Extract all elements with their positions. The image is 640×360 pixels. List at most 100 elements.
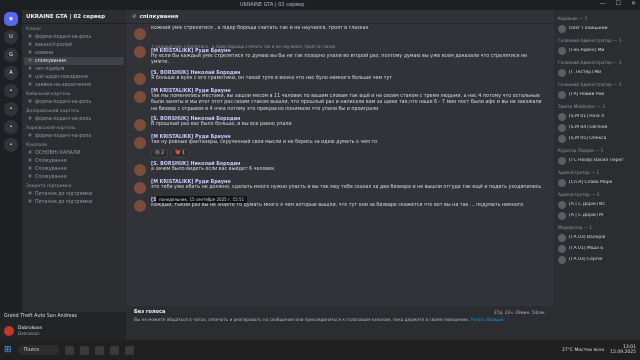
avatar[interactable] (134, 46, 146, 58)
server-icon[interactable]: • (4, 84, 18, 98)
taskbar-search[interactable]: Поиск (17, 345, 60, 355)
member-item[interactable]: [ГС Нооф] Васил Перег (558, 155, 636, 166)
close-icon[interactable]: ✕ (631, 0, 636, 7)
reaction-button[interactable]: ❤️ 1 (171, 148, 189, 158)
member-name: [ГА 01] Міша Б (569, 246, 604, 251)
channel-item[interactable]: # ОСНОВНІ КАНАЛИ (22, 149, 126, 157)
channel-label: Питання до підтримки (35, 191, 93, 197)
channel-category[interactable]: Київський картель (22, 89, 126, 98)
member-name: [S.M 05] Олекса (569, 136, 607, 141)
member-name: [ГА 03] Сергій (569, 257, 603, 262)
member-item[interactable]: Олег Галицькии (558, 23, 636, 34)
message[interactable]: [M KRISTALIKK] Руди Браунн так мы поменял… (134, 89, 546, 113)
channel-category[interactable]: Дніпровський картель (22, 106, 126, 115)
hash-icon: # (28, 116, 33, 122)
hash-icon: # (28, 133, 33, 139)
message-text: кожний уміє стрелятися , а лідер бороща … (151, 26, 369, 31)
channel-item[interactable]: # форма-подачі-на-роль (22, 132, 126, 140)
window-controls: — ☐ ✕ (600, 0, 636, 7)
channel-item[interactable]: # форма-подачі-на-роль (22, 33, 126, 41)
member-item[interactable]: [ГА] Новий Рой (558, 89, 636, 100)
channel-item[interactable]: # форма-подачі-на-роль (22, 98, 126, 106)
server-icon[interactable]: A (4, 66, 18, 80)
avatar[interactable] (134, 90, 146, 103)
server-icon[interactable]: • (4, 102, 18, 116)
learn-more-link[interactable]: Узнать больше (471, 317, 504, 322)
channel-item[interactable]: # Спілкування (22, 157, 126, 165)
member-item[interactable]: [Г.Тестер] Ми (558, 67, 636, 78)
avatar[interactable] (134, 181, 146, 194)
member-item[interactable]: [А | С Дорж] М (558, 210, 636, 221)
member-item[interactable]: [ГА 03] Валерів (558, 232, 636, 243)
channel-category[interactable]: Закрита підтримка (22, 181, 126, 190)
channel-item[interactable]: # новини (22, 49, 126, 57)
channel-label: форма-подачі-на-роль (35, 99, 92, 105)
reaction-button[interactable]: 😢 2 (151, 148, 168, 158)
clock[interactable]: 13:01 15.09.2025 (610, 345, 636, 356)
member-group-header: Головний Адміністратор — 1 (558, 38, 622, 43)
channel-item[interactable]: # Питання до підтримки (22, 198, 126, 206)
member-item[interactable]: [А | С Дорж] Ис (558, 199, 636, 210)
member-item[interactable]: [S.M 05] Олекса (558, 133, 636, 144)
avatar[interactable] (4, 326, 14, 336)
avatar[interactable] (134, 72, 146, 85)
avatar (558, 255, 566, 264)
app-icon[interactable] (80, 345, 90, 355)
chat-area: # спілкування кожний уміє стрелятися , а… (126, 10, 554, 340)
message[interactable]: кожний уміє стрелятися , а лідер бороща … (134, 26, 546, 40)
message[interactable]: [S. BORSHUK] Николай Бородин Я больше в в… (134, 71, 546, 85)
server-icon[interactable]: • (4, 138, 18, 152)
weather-widget[interactable]: 27°C Мостки ясно (562, 348, 604, 353)
channel-item[interactable]: # чат-підвірів (22, 65, 126, 73)
channel-item[interactable]: # Спілкування (22, 173, 126, 181)
avatar (558, 134, 566, 143)
channel-item[interactable]: # заявки-на-заохочення (22, 81, 126, 89)
message[interactable]: ↱ каждый уміє стрелятися , а лідер борощ… (134, 44, 546, 67)
message[interactable]: [S. BORSHUK] Николай Бородин В прошлый ра… (134, 117, 546, 132)
avatar[interactable] (134, 119, 146, 132)
discord-home-icon[interactable]: ◉ (4, 12, 18, 26)
member-item[interactable]: [Сл.А] Слава Марк (558, 177, 636, 188)
channel-item[interactable]: # Спілкування (22, 165, 126, 173)
channel-item[interactable]: # цієї-щодо-покарання (22, 73, 126, 81)
member-item[interactable]: [Ген.Адмін] Ми (558, 45, 636, 56)
activity-status: Grand Theft Auto San Andreas (0, 312, 126, 322)
avatar[interactable] (134, 163, 146, 176)
message[interactable]: [S. BORSHUK] Николай Бородин а зачем было… (134, 162, 546, 176)
hash-icon: # (28, 158, 33, 164)
member-group-header: Головний Адміністратор — 1 (558, 60, 622, 65)
member-group-header: Головний Адміністратор — 1 (558, 82, 622, 87)
member-item[interactable]: [ГА 03] Сергій (558, 254, 636, 265)
avatar[interactable] (134, 137, 146, 150)
member-item[interactable]: [ГА 01] Міша Б (558, 243, 636, 254)
member-item[interactable]: [S.M 04] Євгеній (558, 122, 636, 133)
channel-item[interactable]: # Питання до підтримки (22, 190, 126, 198)
channel-item[interactable]: # спілкування (24, 57, 124, 65)
minimize-icon[interactable]: — (600, 0, 606, 7)
avatar[interactable] (134, 28, 146, 40)
channel-item[interactable]: # форма-подачі-на-роль (22, 115, 126, 123)
channel-category[interactable]: Кланн (22, 24, 126, 33)
member-item[interactable]: [S.M 01] Ніна Л (558, 111, 636, 122)
app-icon[interactable] (110, 345, 120, 355)
guild-name[interactable]: UKRAINE GTA | 02 сервер (22, 10, 126, 24)
message-text: каждый, тыкий раз вы не знаете то думать… (151, 202, 524, 208)
message[interactable]: [M KRISTALIKK] Руди Браунн так ну ровные … (134, 135, 546, 158)
activity-label: Grand Theft Auto San Andreas (4, 314, 78, 319)
message[interactable]: [M KRISTALIKK] Руди Браунн это тебя уже е… (134, 180, 546, 194)
hash-icon: # (28, 42, 33, 48)
avatar[interactable] (134, 199, 146, 212)
app-icon[interactable] (65, 345, 75, 355)
member-name: [Ген.Адмін] Ми (569, 48, 605, 53)
server-icon[interactable]: G (4, 48, 18, 62)
app-icon[interactable] (125, 345, 135, 355)
channel-category[interactable]: Харківський картель (22, 123, 126, 132)
app-icon[interactable] (95, 345, 105, 355)
server-icon[interactable]: • (4, 120, 18, 134)
channel-item[interactable]: # вакансії-ролей (22, 41, 126, 49)
server-icon[interactable]: U (4, 30, 18, 44)
maximize-icon[interactable]: ☐ (616, 0, 621, 7)
channel-category[interactable]: Кінозали (22, 140, 126, 149)
member-name: [Сл.А] Слава Марк (569, 180, 613, 185)
windows-start-icon[interactable]: ⊞ (4, 345, 12, 355)
